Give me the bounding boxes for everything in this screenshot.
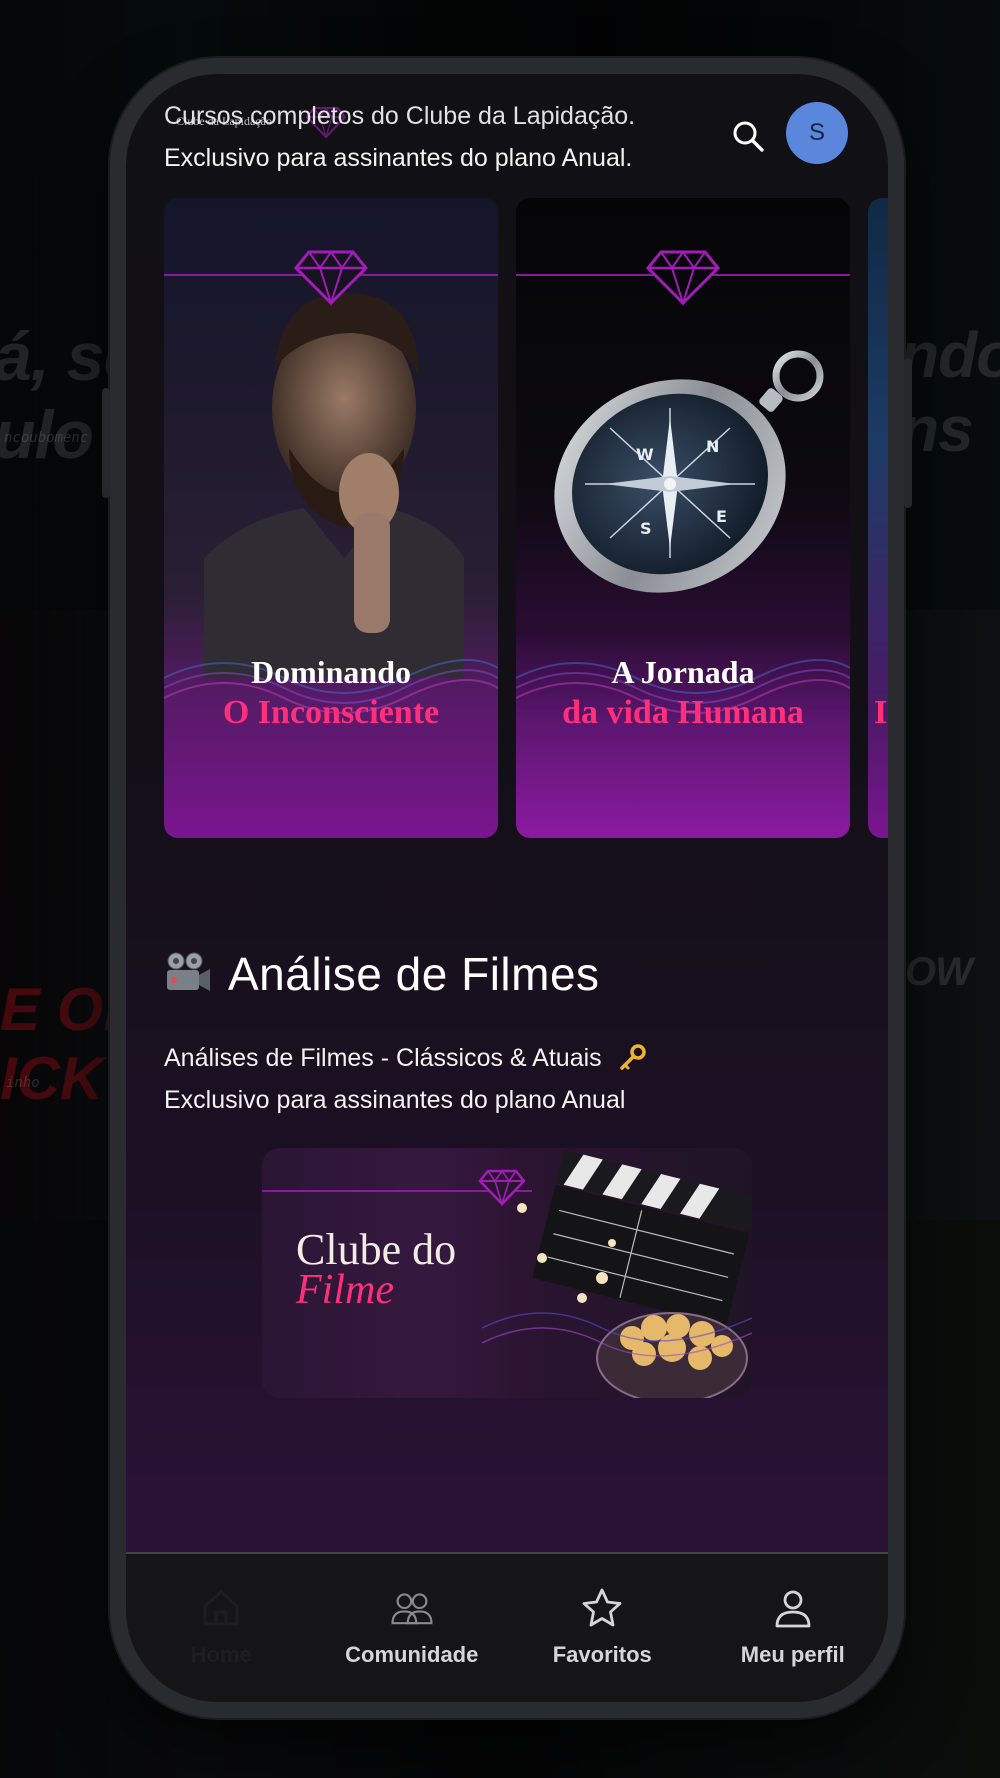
app-screen: Clube da Lapidação S Cursos completos do…	[126, 74, 888, 1702]
nav-label-community: Comunidade	[345, 1642, 479, 1667]
course-card[interactable]: I	[868, 198, 888, 838]
compass-image: W N S E	[554, 350, 824, 593]
svg-text:E: E	[716, 507, 727, 526]
home-icon	[203, 1590, 239, 1626]
bottom-navigation: Home Comunidade Favoritos Meu perfil	[126, 1552, 888, 1702]
film-club-card[interactable]: Clube do Filme	[262, 1148, 752, 1398]
profile-icon	[775, 1590, 811, 1628]
courses-subtitle-line1: Cursos completos do Clube da Lapidação.	[164, 102, 636, 130]
nav-item-favorites[interactable]: Favoritos	[507, 1554, 698, 1702]
course-title-bottom: da vida Humana	[562, 694, 804, 731]
course-card[interactable]: Dominando O Inconsciente	[164, 198, 498, 838]
key-icon	[619, 1044, 646, 1070]
course-title-top: A Jornada	[611, 654, 755, 690]
nav-label-favorites: Favoritos	[552, 1642, 652, 1667]
courses-subtitle-line2: Exclusivo para assinantes do plano Anual…	[164, 144, 633, 172]
search-icon	[733, 121, 764, 152]
clapperboard-popcorn-image	[482, 1149, 752, 1398]
course-card[interactable]: W N S E A Jornada da vida Humana	[516, 198, 850, 838]
films-subtitle-line1: Análises de Filmes - Clássicos & Atuais	[164, 1044, 647, 1073]
nav-item-home[interactable]: Home	[126, 1554, 317, 1702]
course-title-top: Dominando	[250, 654, 412, 690]
svg-text:S: S	[640, 519, 652, 538]
films-section-title: Análise de Filmes	[228, 948, 600, 1000]
svg-text:W: W	[636, 445, 654, 464]
movie-camera-icon	[167, 952, 210, 991]
nav-label-home: Home	[190, 1642, 252, 1667]
course-title-bottom: O Inconsciente	[222, 694, 440, 731]
nav-item-community[interactable]: Comunidade	[317, 1554, 508, 1702]
course-title-bottom: I	[874, 694, 888, 731]
nav-label-profile: Meu perfil	[740, 1642, 845, 1667]
diamond-icon	[293, 250, 369, 306]
phone-frame: Clube da Lapidação S Cursos completos do…	[102, 58, 912, 1718]
star-icon	[582, 1588, 622, 1627]
phone-side-button	[102, 388, 110, 498]
nav-item-profile[interactable]: Meu perfil	[698, 1554, 889, 1702]
films-section-header: Análise de Filmes	[164, 944, 600, 1004]
phone-side-button	[904, 358, 912, 508]
films-subtitle-line1-text: Análises de Filmes - Clássicos & Atuais	[164, 1044, 602, 1072]
svg-text:N: N	[706, 437, 719, 456]
avatar[interactable]: S	[786, 102, 848, 164]
courses-carousel[interactable]: Dominando O Inconsciente W N S E A Jorna…	[164, 198, 888, 838]
person-portrait-image	[204, 292, 464, 678]
films-subtitle-line2: Exclusivo para assinantes do plano Anual	[164, 1086, 626, 1114]
film-card-title-bottom: Filme	[296, 1267, 394, 1313]
community-icon	[391, 1593, 433, 1625]
diamond-icon	[645, 250, 721, 306]
search-button[interactable]	[724, 112, 772, 160]
